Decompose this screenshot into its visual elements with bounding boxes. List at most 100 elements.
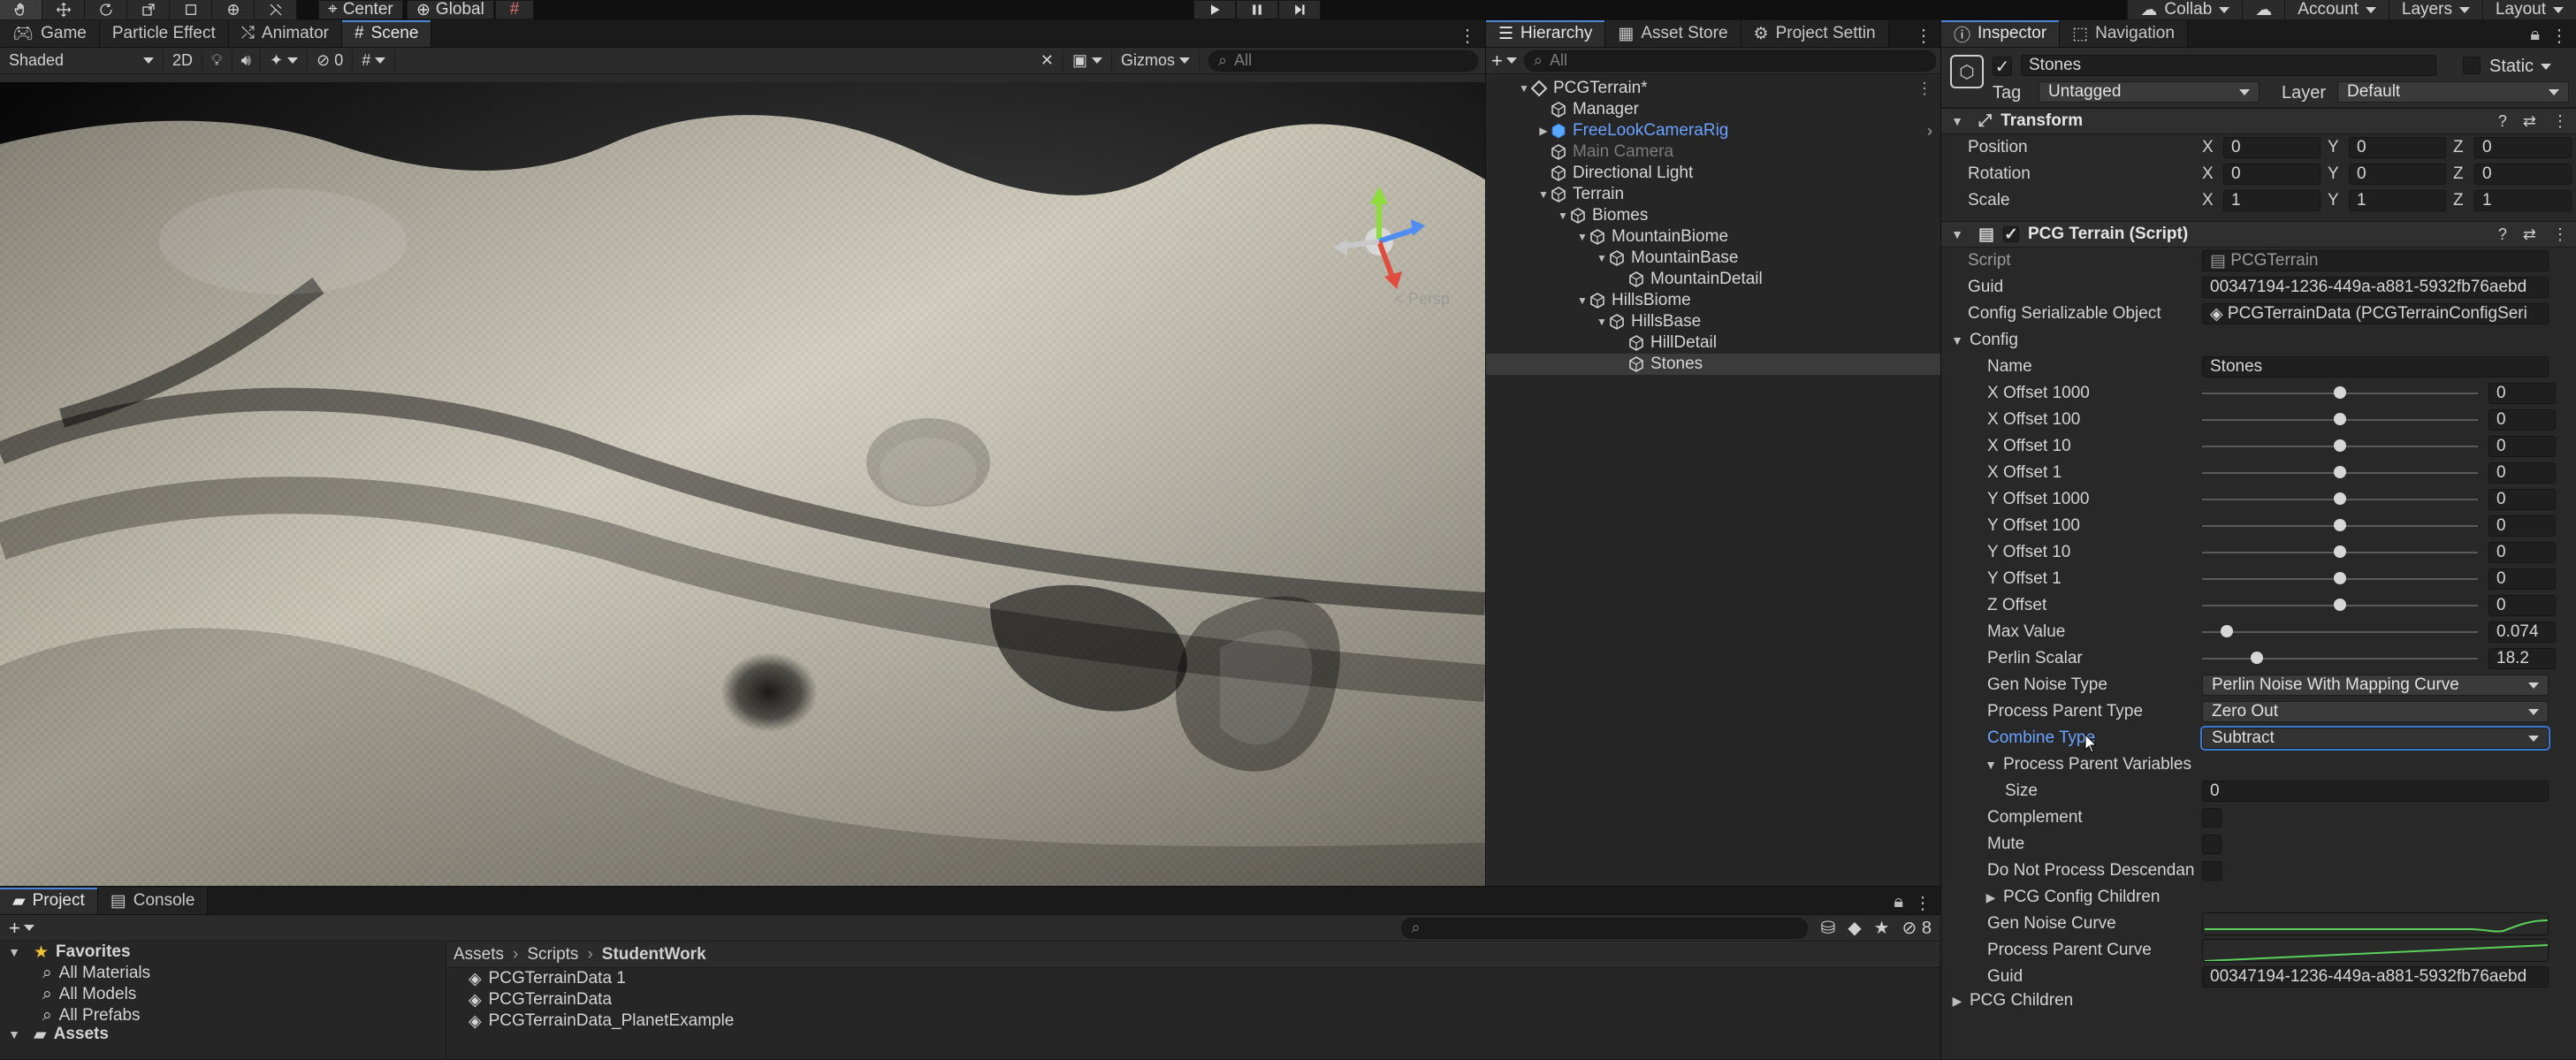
- hierarchy-item[interactable]: ▼ Terrain: [1486, 184, 1941, 205]
- breadcrumb-item[interactable]: StudentWork: [602, 945, 706, 965]
- tab-hierarchy[interactable]: ☰ Hierarchy: [1486, 20, 1606, 47]
- kebab-menu-icon[interactable]: ⋮: [2552, 112, 2568, 131]
- do-not-process-descendants-checkbox[interactable]: [2202, 861, 2222, 881]
- scale-tool-button[interactable]: [127, 0, 170, 19]
- z-field[interactable]: 0: [2474, 164, 2572, 185]
- component-enabled-checkbox[interactable]: ✓: [2002, 225, 2019, 244]
- collapse-arrow-icon[interactable]: ▶: [1537, 125, 1550, 137]
- grid-dropdown[interactable]: #: [353, 49, 396, 72]
- slider-handle[interactable]: [2334, 439, 2346, 452]
- hierarchy-item[interactable]: MountainDetail: [1486, 269, 1941, 290]
- tab-animator[interactable]: ⤭ Animator: [228, 20, 342, 47]
- config-guid-field[interactable]: 00347194-1236-449a-a881-5932fb76aebd: [2202, 966, 2549, 988]
- slider-control[interactable]: [2202, 515, 2478, 537]
- slider-value-field[interactable]: 0: [2488, 542, 2556, 563]
- combine-type-dropdown[interactable]: Subtract: [2200, 726, 2550, 751]
- slider-control[interactable]: [2202, 489, 2478, 510]
- z-field[interactable]: 0: [2474, 137, 2572, 158]
- lock-icon[interactable]: 🔒︎: [1894, 892, 1903, 914]
- slider-handle[interactable]: [2334, 572, 2346, 584]
- slider-handle[interactable]: [2334, 599, 2346, 611]
- slider-value-field[interactable]: 18.2: [2488, 648, 2556, 669]
- shading-mode-dropdown[interactable]: Shaded: [0, 49, 164, 72]
- hierarchy-item[interactable]: ▼ Biomes: [1486, 205, 1941, 226]
- tab-particle-effect[interactable]: Particle Effect: [99, 20, 229, 47]
- slider-control[interactable]: [2202, 542, 2478, 563]
- scene-viewport[interactable]: < Persp: [0, 82, 1485, 886]
- tab-navigation[interactable]: ⬚ Navigation: [2060, 20, 2188, 47]
- x-field[interactable]: 0: [2223, 137, 2321, 158]
- camera-dropdown[interactable]: ▣: [1063, 49, 1112, 72]
- hierarchy-menu-icon[interactable]: ⋮: [1906, 25, 1941, 47]
- expand-arrow-icon[interactable]: ▼: [1596, 252, 1608, 264]
- project-search-input[interactable]: ⌕: [1401, 917, 1809, 939]
- favorite-star-icon[interactable]: ★: [1874, 917, 1890, 939]
- pcg-config-children-foldout[interactable]: ▶ PCG Config Children: [1941, 884, 2576, 911]
- slider-control[interactable]: [2202, 436, 2478, 457]
- pause-button[interactable]: [1236, 0, 1278, 19]
- hierarchy-search-input[interactable]: ⌕ All: [1523, 50, 1936, 72]
- preset-icon[interactable]: ⇄: [2523, 225, 2536, 244]
- expand-arrow-icon[interactable]: ▼: [1537, 188, 1550, 201]
- process-parent-curve-field[interactable]: [2202, 939, 2549, 962]
- size-field[interactable]: 0: [2202, 781, 2549, 802]
- hierarchy-item[interactable]: Main Camera: [1486, 141, 1941, 163]
- move-tool-button[interactable]: [42, 0, 85, 19]
- project-add-button[interactable]: +: [9, 917, 34, 940]
- static-dropdown[interactable]: Static: [2489, 57, 2552, 77]
- hidden-objects-toggle[interactable]: ⊘ 0: [308, 49, 354, 72]
- slider-handle[interactable]: [2334, 492, 2346, 505]
- hidden-packages-toggle[interactable]: ⊘ 8: [1902, 917, 1932, 939]
- slider-value-field[interactable]: 0: [2488, 489, 2556, 510]
- slider-control[interactable]: [2202, 409, 2478, 431]
- slider-handle[interactable]: [2334, 386, 2346, 399]
- layer-dropdown[interactable]: Default: [2337, 81, 2569, 103]
- kebab-menu-icon[interactable]: ⋮: [1917, 80, 1932, 98]
- favorites-foldout[interactable]: ▼ ★ Favorites: [0, 942, 446, 963]
- tab-inspector[interactable]: ⓘ Inspector: [1941, 20, 2061, 47]
- config-object-field[interactable]: ◈ PCGTerrainData (PCGTerrainConfigSeri: [2202, 303, 2549, 324]
- scene-search-input[interactable]: ⌕ All: [1208, 50, 1478, 72]
- tab-scene[interactable]: # Scene: [341, 20, 432, 47]
- object-name-field[interactable]: Stones: [2021, 55, 2436, 76]
- filter-label-icon[interactable]: ◆: [1848, 917, 1861, 939]
- hierarchy-item[interactable]: ▶ FreeLookCameraRig ›: [1486, 120, 1941, 141]
- cloud-button[interactable]: ☁: [2242, 0, 2285, 19]
- hierarchy-item[interactable]: ▼ HillsBase: [1486, 311, 1941, 332]
- tab-game[interactable]: 🎮︎ Game: [0, 20, 100, 47]
- hierarchy-item[interactable]: ▼ MountainBiome: [1486, 226, 1941, 248]
- hierarchy-add-button[interactable]: +: [1491, 50, 1517, 72]
- breadcrumb-item[interactable]: Assets: [453, 945, 504, 965]
- process-parent-variables-foldout[interactable]: ▼ Process Parent Variables: [1941, 751, 2576, 778]
- filter-type-icon[interactable]: ⛁: [1820, 917, 1835, 939]
- lighting-toggle[interactable]: 💡︎: [202, 49, 232, 72]
- space-toggle[interactable]: ⊕ Global: [407, 0, 494, 19]
- transform-tool-button[interactable]: [212, 0, 255, 19]
- tools-toggle[interactable]: ✕: [1032, 49, 1063, 72]
- layout-dropdown[interactable]: Layout: [2481, 0, 2576, 19]
- scene-orientation-gizmo[interactable]: [1326, 179, 1432, 303]
- expand-arrow-icon[interactable]: ▼: [1576, 294, 1589, 307]
- pcg-terrain-component-header[interactable]: ▼ ▤ ✓ PCG Terrain (Script) ? ⇄ ⋮: [1941, 221, 2576, 248]
- help-icon[interactable]: ?: [2498, 112, 2507, 131]
- x-field[interactable]: 1: [2223, 190, 2321, 211]
- tab-asset-store[interactable]: ▦ Asset Store: [1605, 20, 1741, 47]
- 2d-toggle[interactable]: 2D: [164, 49, 203, 72]
- slider-value-field[interactable]: 0: [2488, 515, 2556, 537]
- step-button[interactable]: [1278, 0, 1321, 19]
- hierarchy-item[interactable]: Stones: [1486, 354, 1941, 375]
- slider-control[interactable]: [2202, 383, 2478, 404]
- slider-value-field[interactable]: 0: [2488, 462, 2556, 484]
- slider-control[interactable]: [2202, 462, 2478, 484]
- static-checkbox[interactable]: [2463, 57, 2481, 74]
- slider-value-field[interactable]: 0.074: [2488, 622, 2556, 643]
- hierarchy-item[interactable]: ▼ PCGTerrain* ⋮: [1486, 78, 1941, 99]
- process-parent-type-dropdown[interactable]: Zero Out: [2202, 701, 2549, 722]
- play-button[interactable]: [1193, 0, 1236, 19]
- breadcrumb-item[interactable]: Scripts: [527, 945, 578, 965]
- favorite-item[interactable]: ⌕ All Models: [0, 984, 446, 1005]
- guid-field[interactable]: 00347194-1236-449a-a881-5932fb76aebd: [2202, 277, 2549, 298]
- tag-dropdown[interactable]: Untagged: [2039, 81, 2260, 103]
- lock-icon[interactable]: 🔒︎: [2530, 25, 2540, 47]
- help-icon[interactable]: ?: [2498, 225, 2507, 244]
